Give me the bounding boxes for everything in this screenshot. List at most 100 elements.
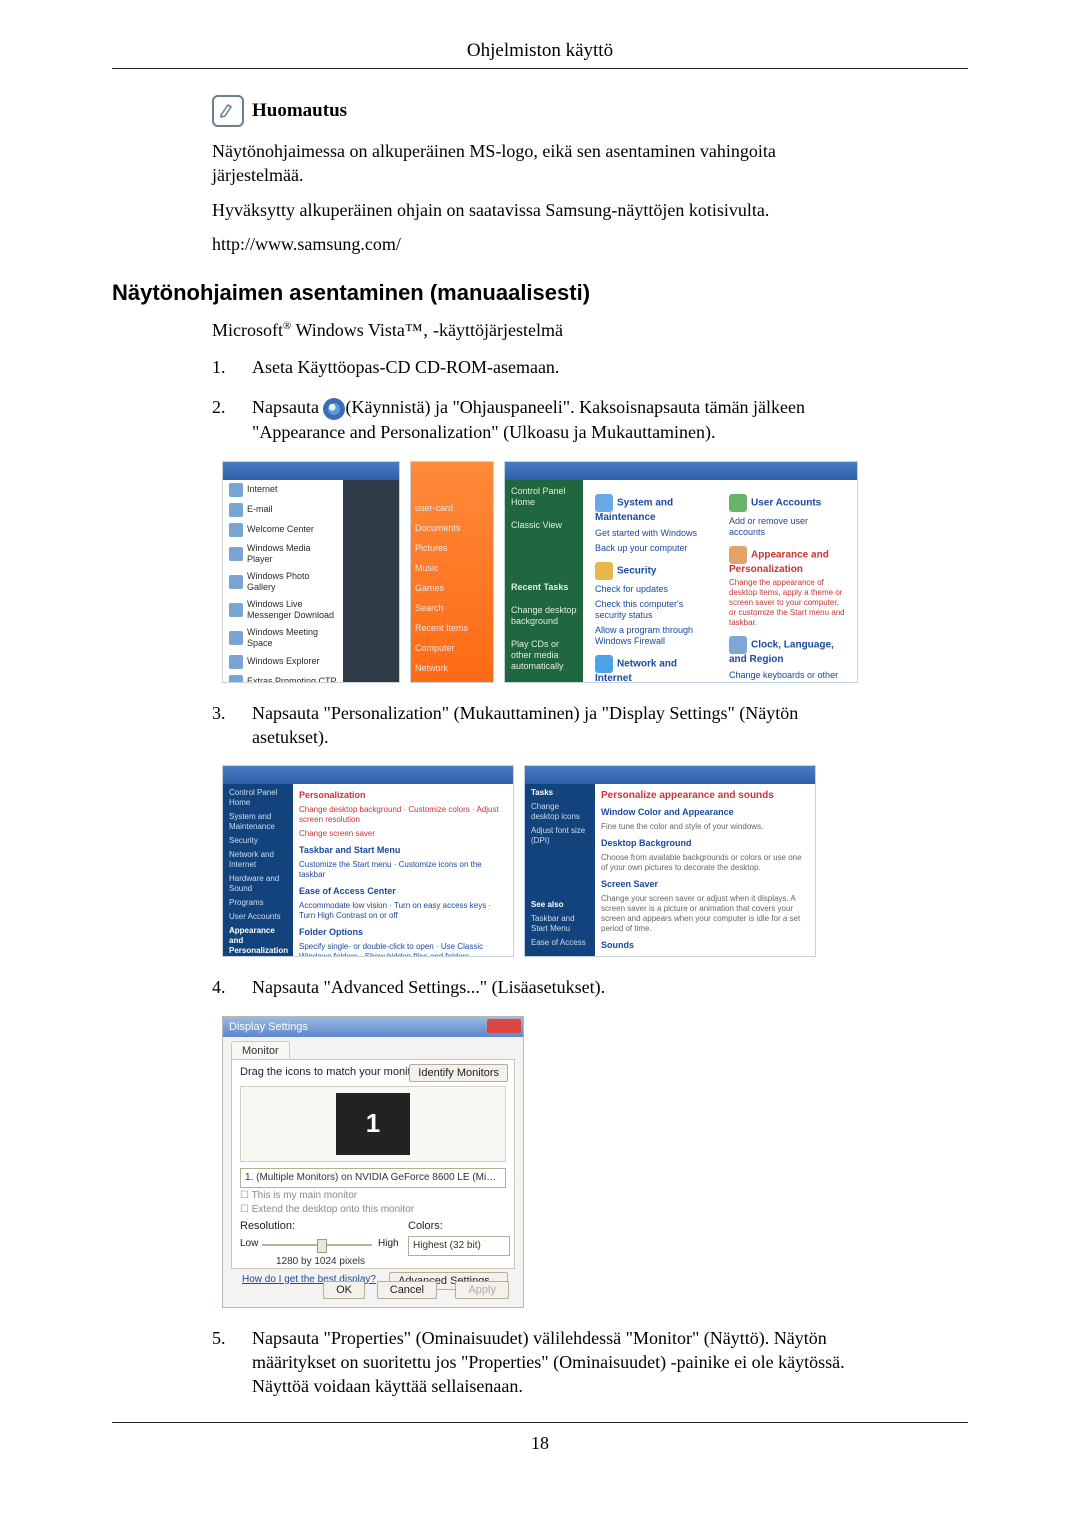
chk-extend-desktop[interactable]: ☐ Extend the desktop onto this monitor — [240, 1204, 414, 1215]
pz-item-desc: Fine tune the color and style of your wi… — [601, 822, 809, 832]
section-heading: Näytönohjaimen asentaminen (manuaalisest… — [112, 280, 968, 306]
pz-item-head: Ease of Access Center — [299, 886, 507, 897]
cp-cat-link: Back up your computer — [595, 543, 711, 554]
screenshot-display-settings: Display Settings Monitor Drag the icons … — [222, 1016, 524, 1308]
ds-title: Display Settings — [223, 1017, 523, 1037]
cp-cat-head-highlight: Appearance and Personalization — [729, 546, 845, 576]
pz-side-link: Appearance and Personalization — [229, 926, 287, 956]
ds-tab-monitor[interactable]: Monitor — [231, 1041, 290, 1059]
pz-item-link: Change screen saver — [299, 829, 507, 839]
page-number: 18 — [112, 1433, 968, 1454]
os-line: Microsoft® Windows Vista™‚ -käyttöjärjes… — [212, 320, 968, 341]
sm-right-item: user-card — [411, 498, 493, 518]
step-number: 4. — [212, 975, 234, 999]
sm-right-item: Connect To — [411, 678, 493, 683]
header-rule — [112, 68, 968, 69]
screenshot-row-2: Control Panel Home System and Maintenanc… — [222, 765, 842, 957]
monitor-number: 1 — [336, 1093, 410, 1155]
cp-cat-head: System and Maintenance — [595, 494, 711, 524]
step-5: 5. Napsauta "Properties" (Ominaisuudet) … — [212, 1326, 852, 1399]
monitor-select[interactable]: 1. (Multiple Monitors) on NVIDIA GeForce… — [240, 1168, 506, 1188]
sm-right-item: Network — [411, 658, 493, 678]
cp-cat-link: Allow a program through Windows Firewall — [595, 625, 711, 647]
pz-side-link: Hardware and Sound — [229, 874, 287, 894]
colors-label: Colors: — [408, 1220, 443, 1232]
chk-main-monitor[interactable]: ☐ This is my main monitor — [240, 1190, 357, 1201]
note-title: Huomautus — [252, 98, 347, 124]
pz-side-link: Security — [229, 836, 287, 846]
sm-item: Windows Photo Gallery — [223, 568, 343, 596]
resolution-value: 1280 by 1024 pixels — [276, 1256, 365, 1267]
pz-item-desc: Choose from available backgrounds or col… — [601, 853, 809, 873]
os-prefix: Microsoft — [212, 320, 283, 340]
screenshot-appearance-personalization: Control Panel Home System and Maintenanc… — [222, 765, 514, 957]
screenshot-start-menu-right: user-card Documents Pictures Music Games… — [410, 461, 494, 683]
pz-side-footer-link: Ease of Access — [531, 938, 589, 948]
sm-right-item: Computer — [411, 638, 493, 658]
pz-item-head: Folder Options — [299, 927, 507, 938]
cp-cat-link: Get started with Windows — [595, 528, 711, 539]
identify-monitors-button[interactable]: Identify Monitors — [409, 1064, 508, 1082]
sm-right-item: Recent Items — [411, 618, 493, 638]
pz-side-link: System and Maintenance — [229, 812, 287, 832]
step-text: Napsauta "Properties" (Ominaisuudet) väl… — [252, 1326, 852, 1399]
cp-cat-head: Clock, Language, and Region — [729, 636, 845, 666]
ds-panel: Drag the icons to match your monitors. I… — [231, 1059, 515, 1269]
cp-left-footer-link: Change desktop background — [505, 599, 583, 633]
monitor-icon[interactable]: 1 — [336, 1093, 410, 1155]
cp-left-footer-link: Play CDs or other media automatically — [505, 633, 583, 678]
pz-item-link: Accommodate low vision · Turn on easy ac… — [299, 901, 507, 921]
colors-select[interactable]: Highest (32 bit) — [408, 1236, 510, 1256]
os-suffix: Windows Vista™‚ -käyttöjärjestelmä — [291, 320, 563, 340]
step-number: 5. — [212, 1326, 234, 1399]
step-text: Napsauta "Personalization" (Mukauttamine… — [252, 701, 852, 750]
cp-cat-link: Change keyboards or other input methods — [729, 670, 845, 683]
pz-item-head: Screen Saver — [601, 879, 809, 890]
screenshot-row-3: Display Settings Monitor Drag the icons … — [222, 1016, 968, 1308]
cp-left-link: Classic View — [505, 514, 583, 537]
note-url: http://www.samsung.com/ — [212, 232, 852, 256]
pz-side-link: Control Panel Home — [229, 788, 287, 808]
pz-side-link: User Accounts — [229, 912, 287, 922]
step-4: 4. Napsauta "Advanced Settings..." (Lisä… — [212, 975, 852, 999]
resolution-slider[interactable] — [262, 1244, 372, 1246]
step-text: Aseta Käyttöopas-CD CD-ROM-asemaan. — [252, 355, 852, 379]
cp-cat-head: Security — [595, 562, 711, 580]
sm-item: Extras Promoting CTP — [223, 672, 343, 683]
sm-right-item: Search — [411, 598, 493, 618]
sm-right-item: Games — [411, 578, 493, 598]
pz-item-head: Personalization — [299, 790, 507, 801]
resolution-label: Resolution: — [240, 1220, 295, 1232]
apply-button[interactable]: Apply — [455, 1281, 509, 1299]
step-number: 3. — [212, 701, 234, 750]
ok-button[interactable]: OK — [323, 1281, 365, 1299]
screenshot-row-1: Internet E-mail Welcome Center Windows M… — [222, 461, 968, 683]
pz-item-head: Window Color and Appearance — [601, 807, 809, 818]
cp-cat-link: Check for updates — [595, 584, 711, 595]
sm-item: Welcome Center — [223, 520, 343, 540]
note-para-2: Hyväksytty alkuperäinen ohjain on saatav… — [212, 198, 852, 222]
close-icon[interactable] — [487, 1019, 521, 1033]
page-header: Ohjelmiston käyttö — [112, 40, 968, 62]
sm-right-item: Pictures — [411, 538, 493, 558]
note-para-1: Näytönohjaimessa on alkuperäinen MS-logo… — [212, 139, 852, 188]
sm-item: Windows Media Player — [223, 540, 343, 568]
sm-item: Windows Meeting Space — [223, 624, 343, 652]
step-text: Napsauta (Käynnistä) ja "Ohjauspaneeli".… — [252, 395, 852, 444]
slider-high: High — [378, 1238, 399, 1249]
footer-rule — [112, 1422, 968, 1423]
step-1: 1. Aseta Käyttöopas-CD CD-ROM-asemaan. — [212, 355, 852, 379]
pz-side-head: Tasks — [531, 788, 589, 798]
pz-item-desc: Change which sounds are heard when you d… — [601, 955, 809, 957]
sm-item: Windows Live Messenger Download — [223, 596, 343, 624]
sm-item: Windows Explorer — [223, 652, 343, 672]
sm-right-item: Music — [411, 558, 493, 578]
step2-pre: Napsauta — [252, 397, 323, 417]
cp-cat-link: Add or remove user accounts — [729, 516, 845, 538]
start-orb-icon — [323, 398, 345, 420]
cancel-button[interactable]: Cancel — [377, 1281, 437, 1299]
pz-side-link: Adjust font size (DPI) — [531, 826, 589, 846]
sm-item: E-mail — [223, 500, 343, 520]
screenshot-personalization: Tasks Change desktop icons Adjust font s… — [524, 765, 816, 957]
cp-cat-link: Change the appearance of desktop items, … — [729, 578, 845, 628]
